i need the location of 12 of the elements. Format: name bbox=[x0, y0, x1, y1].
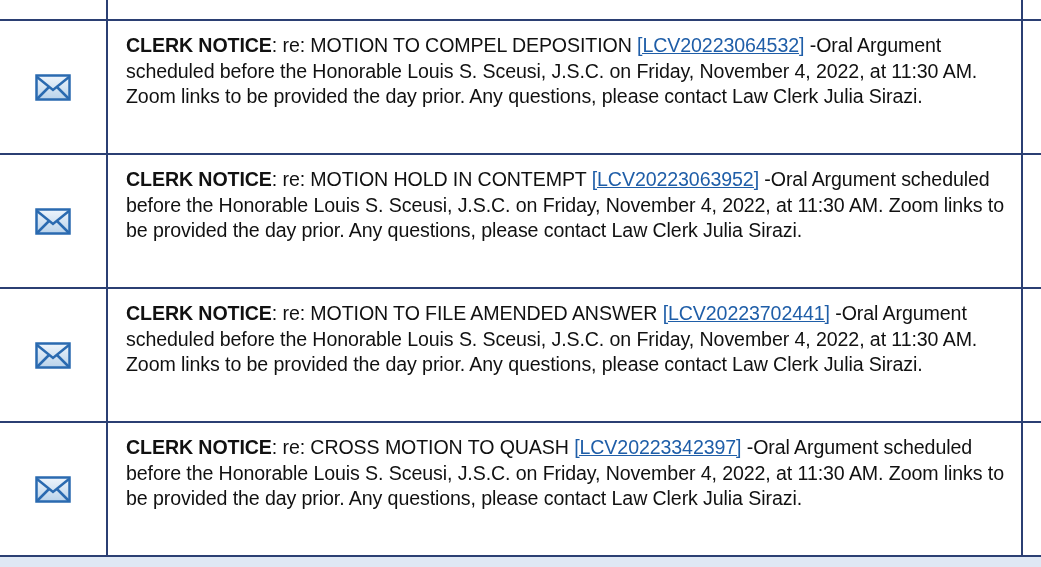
clerk-notice-text: CLERK NOTICE: re: MOTION TO FILE AMENDED ANSWER [LCV20223702441] -Oral Argument scheduled before the Honorable Louis S. Sceusi, J.S.C. on Friday, November 4, 2022, at 11:30 AM. Zoom links to be provided the day prior. Any questions, please contact Law Clerk Julia Sirazi. bbox=[126, 301, 979, 378]
envelope-icon[interactable] bbox=[35, 341, 71, 369]
case-link[interactable]: [LCV20223064532] bbox=[637, 34, 805, 56]
clerk-notice-text: CLERK NOTICE: re: MOTION TO COMPEL DEPOSITION [LCV20223064532] -Oral Argument scheduled before the Honorable Louis S. Sceusi, J.S.C. on Friday, November 4, 2022, at 11:30 AM. Zoom links to be provided the day prior. Any questions, please contact Law Clerk Julia Sirazi. bbox=[126, 33, 979, 110]
clerk-notice-text: CLERK NOTICE: re: CROSS MOTION TO QUASH [LCV20223342397] -Oral Argument scheduled before the Honorable Louis S. Sceusi, J.S.C. on Friday, November 4, 2022, at 11:30 AM. Zoom links to be provided the day prior. Any questions, please contact Law Clerk Julia Sirazi. bbox=[126, 435, 1005, 512]
case-link[interactable]: [LCV20223342397] bbox=[574, 436, 742, 458]
envelope-icon[interactable] bbox=[35, 73, 71, 101]
envelope-icon[interactable] bbox=[35, 475, 71, 503]
case-link[interactable]: [LCV20223702441] bbox=[662, 302, 830, 324]
envelope-icon[interactable] bbox=[35, 207, 71, 235]
case-link[interactable]: [LCV20223063952] bbox=[591, 168, 759, 190]
clerk-notice-text: CLERK NOTICE: re: MOTION HOLD IN CONTEMPT [LCV20223063952] -Oral Argument scheduled before the Honorable Louis S. Sceusi, J.S.C. on Friday, November 4, 2022, at 11:30 AM. Zoom links to be provided the day prior. Any questions, please contact Law Clerk Julia Sirazi. bbox=[126, 167, 1005, 244]
